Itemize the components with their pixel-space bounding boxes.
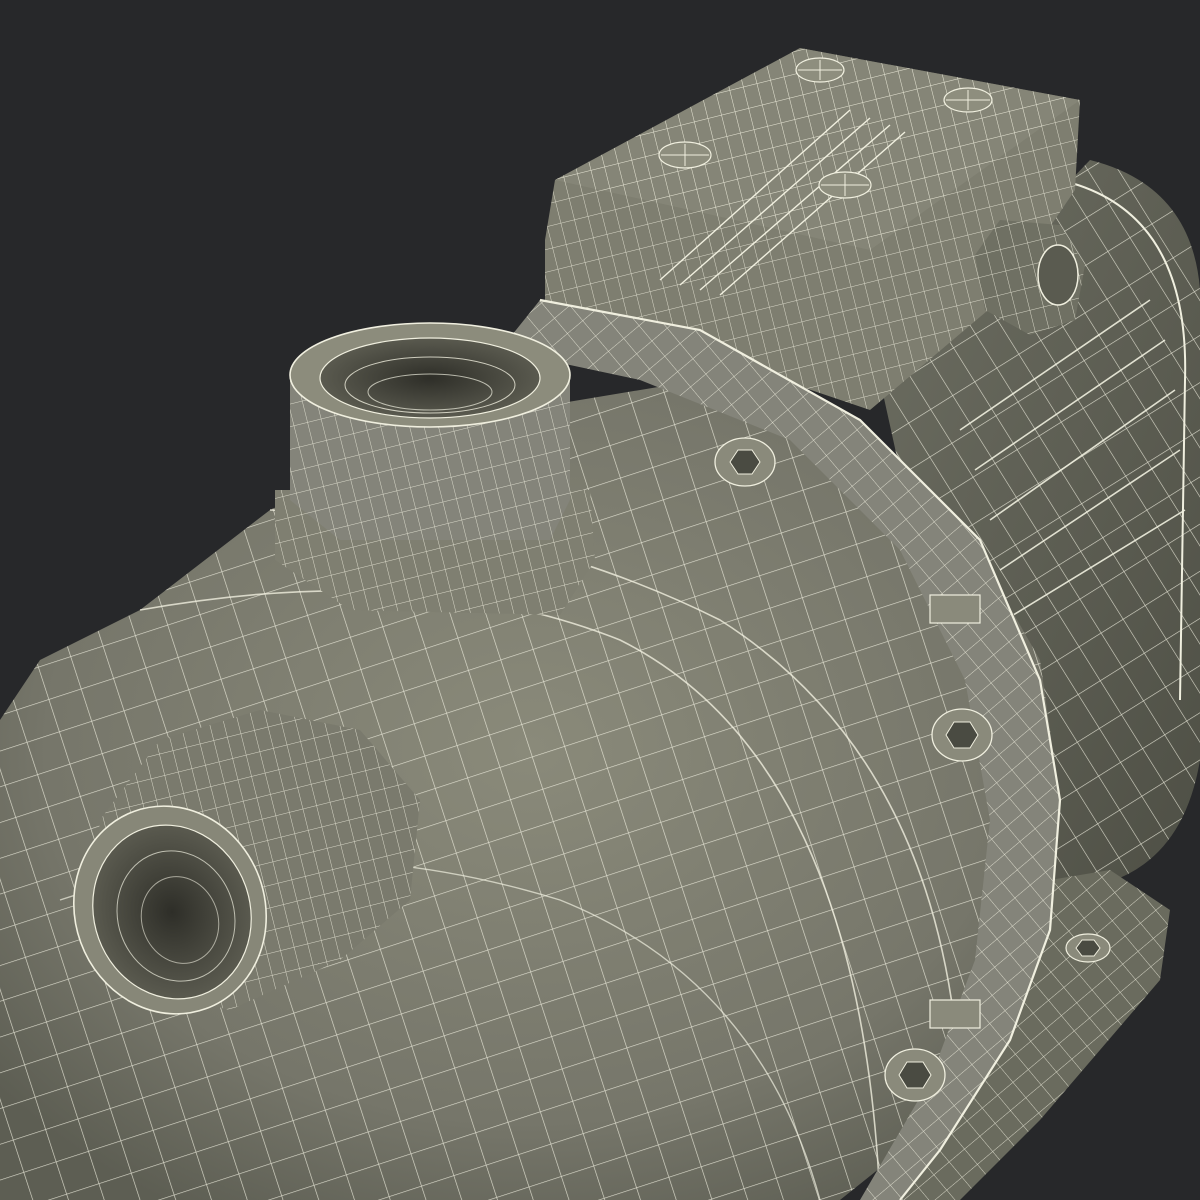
screw-head [658, 141, 712, 169]
screw-head [818, 171, 872, 199]
screw-head [795, 57, 845, 83]
bolt-head [929, 594, 981, 624]
bolt-head [931, 708, 993, 762]
bolt-head [714, 437, 776, 487]
bolt-head [1065, 933, 1111, 963]
outlet-port [275, 322, 595, 615]
bolt-head [884, 1048, 946, 1102]
bolt-head [929, 999, 981, 1029]
pump-render [0, 48, 1200, 1200]
screw-head [943, 87, 993, 113]
